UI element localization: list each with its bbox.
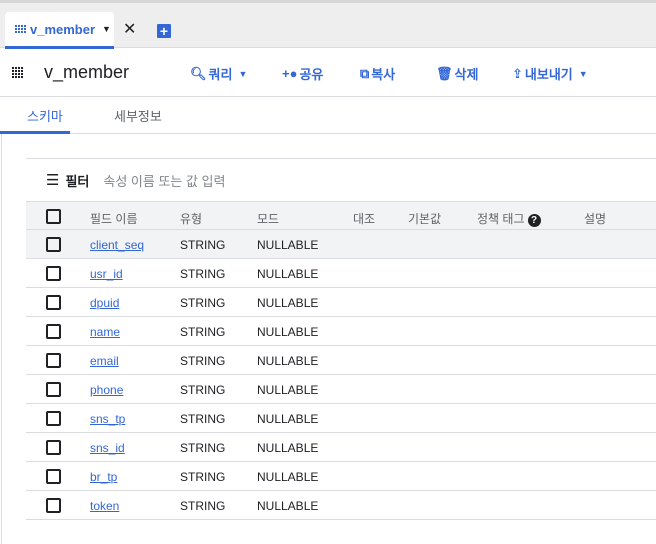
field-name-link[interactable]: sns_id bbox=[90, 441, 125, 455]
col-mode[interactable]: 모드 bbox=[257, 210, 279, 227]
tab-details[interactable]: 세부정보 bbox=[114, 106, 162, 125]
field-mode: NULLABLE bbox=[257, 296, 319, 310]
query-label: 쿼리 bbox=[208, 67, 233, 82]
share-label: 공유 bbox=[299, 67, 324, 82]
row-checkbox[interactable] bbox=[46, 237, 61, 252]
page-title: v_member bbox=[44, 62, 130, 82]
field-mode: NULLABLE bbox=[257, 238, 319, 252]
row-checkbox[interactable] bbox=[46, 498, 61, 513]
row-checkbox[interactable] bbox=[46, 469, 61, 484]
field-name-link[interactable]: sns_tp bbox=[90, 412, 125, 426]
query-button[interactable]: 🔍︎ 쿼리 ▼ bbox=[190, 64, 247, 83]
schema-panel: ☰ 필터 속성 이름 또는 값 입력 필드 이름 유형 모드 대조 기본값 정책… bbox=[26, 158, 656, 520]
tab-schema[interactable]: 스키마 bbox=[27, 106, 63, 125]
subtabs: 스키마 세부정보 bbox=[0, 97, 656, 134]
tab-bar: v_member ▼ ✕ + bbox=[0, 0, 656, 49]
field-mode: NULLABLE bbox=[257, 325, 319, 339]
active-tab-indicator bbox=[0, 131, 70, 134]
row-checkbox[interactable] bbox=[46, 382, 61, 397]
share-button[interactable]: +● 공유 bbox=[282, 64, 323, 83]
filter-label: 필터 bbox=[65, 173, 90, 189]
table-row: usr_id STRING NULLABLE bbox=[26, 259, 656, 288]
close-icon[interactable]: ✕ bbox=[123, 19, 136, 39]
row-checkbox[interactable] bbox=[46, 411, 61, 426]
table-row: br_tp STRING NULLABLE bbox=[26, 462, 656, 491]
field-mode: NULLABLE bbox=[257, 354, 319, 368]
filter-bar[interactable]: ☰ 필터 속성 이름 또는 값 입력 bbox=[26, 159, 656, 201]
table-icon bbox=[15, 25, 26, 33]
delete-button[interactable]: 🗑︎ 삭제 bbox=[436, 64, 478, 83]
upload-icon: ⇪ bbox=[512, 65, 523, 81]
table-row: phone STRING NULLABLE bbox=[26, 375, 656, 404]
copy-icon: ⧉ bbox=[360, 65, 370, 81]
filter-icon: ☰ bbox=[46, 172, 60, 189]
col-policy-tag[interactable]: 정책 태그? bbox=[477, 210, 541, 227]
field-mode: NULLABLE bbox=[257, 412, 319, 426]
tab-label: v_member bbox=[30, 21, 96, 37]
search-icon: 🔍︎ bbox=[190, 65, 207, 81]
field-name-link[interactable]: phone bbox=[90, 383, 123, 397]
field-name-link[interactable]: client_seq bbox=[90, 238, 144, 252]
table-row: dpuid STRING NULLABLE bbox=[26, 288, 656, 317]
help-icon[interactable]: ? bbox=[527, 214, 541, 227]
field-type: STRING bbox=[180, 267, 226, 281]
table-row: token STRING NULLABLE bbox=[26, 491, 656, 520]
field-name-link[interactable]: email bbox=[90, 354, 119, 368]
table-row: name STRING NULLABLE bbox=[26, 317, 656, 346]
col-type[interactable]: 유형 bbox=[180, 210, 202, 227]
export-label: 내보내기 bbox=[524, 67, 573, 82]
tab-v-member[interactable]: v_member ▼ ✕ bbox=[5, 12, 136, 49]
add-tab-button[interactable]: + bbox=[157, 24, 171, 38]
field-type: STRING bbox=[180, 499, 226, 513]
chevron-down-icon[interactable]: ▼ bbox=[102, 24, 111, 34]
row-checkbox[interactable] bbox=[46, 266, 61, 281]
table-header: 필드 이름 유형 모드 대조 기본값 정책 태그? 설명 bbox=[26, 201, 656, 230]
col-description[interactable]: 설명 bbox=[584, 210, 606, 227]
table-row: sns_tp STRING NULLABLE bbox=[26, 404, 656, 433]
person-add-icon: +● bbox=[282, 66, 298, 81]
divider bbox=[1, 134, 2, 544]
copy-button[interactable]: ⧉ 복사 bbox=[360, 64, 395, 83]
filter-input[interactable]: 속성 이름 또는 값 입력 bbox=[103, 171, 225, 190]
field-type: STRING bbox=[180, 325, 226, 339]
table-row: client_seq STRING NULLABLE bbox=[26, 230, 656, 259]
field-name-link[interactable]: usr_id bbox=[90, 267, 123, 281]
field-type: STRING bbox=[180, 383, 226, 397]
field-type: STRING bbox=[180, 296, 226, 310]
field-name-link[interactable]: dpuid bbox=[90, 296, 119, 310]
toolbar: v_member 🔍︎ 쿼리 ▼ +● 공유 ⧉ 복사 🗑︎ 삭제 ⇪ 내보내기 ▼ bbox=[0, 48, 656, 97]
field-type: STRING bbox=[180, 354, 226, 368]
row-checkbox[interactable] bbox=[46, 353, 61, 368]
select-all-checkbox[interactable] bbox=[46, 209, 61, 224]
delete-label: 삭제 bbox=[454, 67, 479, 82]
table-row: email STRING NULLABLE bbox=[26, 346, 656, 375]
chevron-down-icon: ▼ bbox=[238, 68, 248, 79]
chevron-down-icon: ▼ bbox=[578, 68, 588, 79]
field-type: STRING bbox=[180, 441, 226, 455]
policy-tag-label: 정책 태그 bbox=[477, 212, 525, 226]
table-row: sns_id STRING NULLABLE bbox=[26, 433, 656, 462]
field-mode: NULLABLE bbox=[257, 499, 319, 513]
field-type: STRING bbox=[180, 238, 226, 252]
field-mode: NULLABLE bbox=[257, 470, 319, 484]
row-checkbox[interactable] bbox=[46, 440, 61, 455]
field-mode: NULLABLE bbox=[257, 267, 319, 281]
field-mode: NULLABLE bbox=[257, 383, 319, 397]
row-checkbox[interactable] bbox=[46, 295, 61, 310]
col-default[interactable]: 기본값 bbox=[408, 210, 441, 227]
field-mode: NULLABLE bbox=[257, 441, 319, 455]
field-type: STRING bbox=[180, 470, 226, 484]
col-collation[interactable]: 대조 bbox=[353, 210, 375, 227]
table-icon bbox=[12, 67, 23, 78]
row-checkbox[interactable] bbox=[46, 324, 61, 339]
field-name-link[interactable]: token bbox=[90, 499, 119, 513]
export-button[interactable]: ⇪ 내보내기 ▼ bbox=[512, 64, 588, 83]
trash-icon: 🗑︎ bbox=[436, 65, 453, 81]
field-name-link[interactable]: name bbox=[90, 325, 120, 339]
col-field-name[interactable]: 필드 이름 bbox=[90, 210, 138, 227]
field-name-link[interactable]: br_tp bbox=[90, 470, 117, 484]
field-type: STRING bbox=[180, 412, 226, 426]
copy-label: 복사 bbox=[371, 67, 396, 82]
